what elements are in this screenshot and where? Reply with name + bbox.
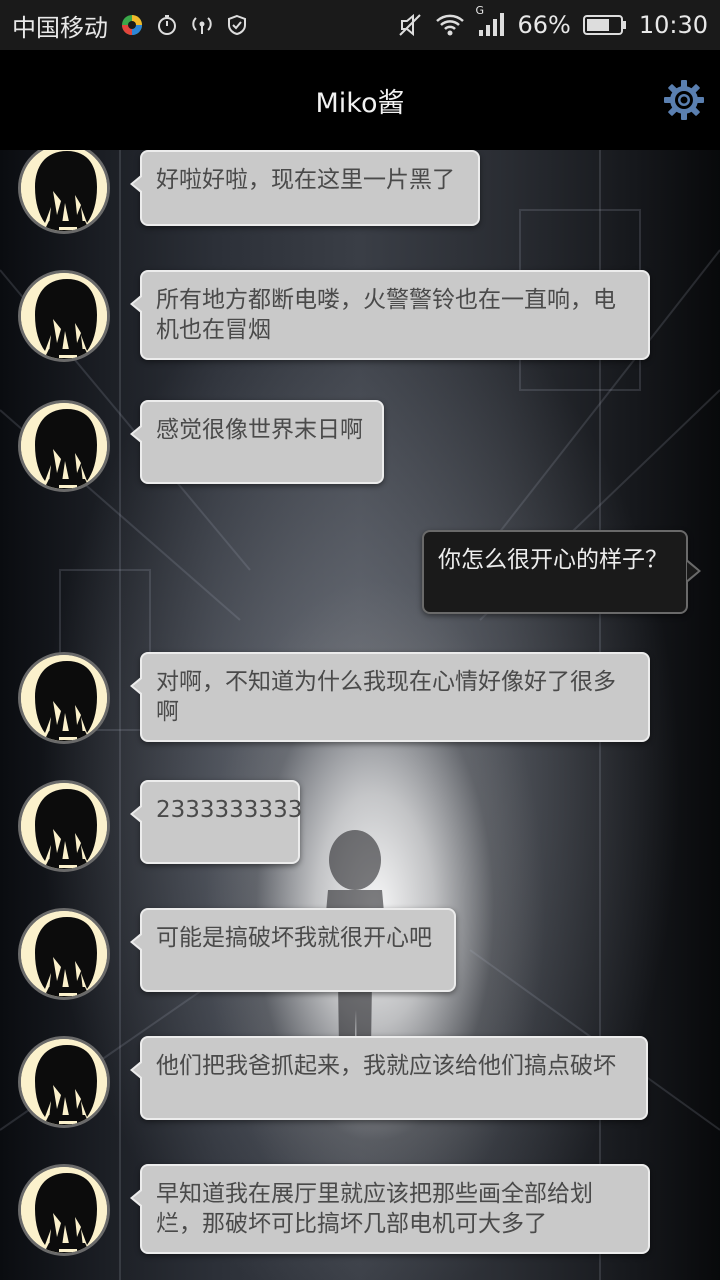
message-bubble[interactable]: 2333333333 xyxy=(130,780,303,864)
message-text: 他们把我爸抓起来，我就应该给他们搞点破坏 xyxy=(156,1053,616,1079)
avatar[interactable] xyxy=(18,1164,110,1256)
battery-percent: 66% xyxy=(517,11,571,39)
message-bubble[interactable]: 好啦好啦，现在这里一片黑了 xyxy=(130,150,480,226)
avatar[interactable] xyxy=(18,1036,110,1128)
settings-button[interactable] xyxy=(662,78,706,122)
signal-icon: G xyxy=(475,4,505,38)
message-text: 好啦好啦，现在这里一片黑了 xyxy=(156,167,455,193)
wifi-hotspot-icon xyxy=(190,14,214,36)
message-bubble[interactable]: 感觉很像世界末日啊 xyxy=(130,400,384,484)
chat-title: Miko酱 xyxy=(315,87,405,119)
chat-area[interactable]: 好啦好啦，现在这里一片黑了 所有地方都断电喽，火警警铃也在一直响，电 机也在冒烟… xyxy=(0,150,720,1280)
avatar[interactable] xyxy=(18,780,110,872)
message-text: 所有地方都断电喽，火警警铃也在一直响，电 机也在冒烟 xyxy=(156,287,616,343)
message-text: 感觉很像世界末日啊 xyxy=(156,417,363,443)
message-bubble[interactable]: 他们把我爸抓起来，我就应该给他们搞点破坏 xyxy=(130,1036,648,1120)
message-text: 可能是搞破坏我就很开心吧 xyxy=(156,925,432,951)
avatar[interactable] xyxy=(18,270,110,362)
stopwatch-icon xyxy=(156,14,178,36)
battery-icon xyxy=(582,14,627,36)
title-bar: Miko酱 xyxy=(0,50,720,150)
mute-icon xyxy=(397,12,423,38)
avatar[interactable] xyxy=(18,908,110,1000)
message-text: 你怎么很开心的样子？ xyxy=(438,547,668,573)
message-bubble[interactable]: 所有地方都断电喽，火警警铃也在一直响，电 机也在冒烟 xyxy=(130,270,650,360)
message-bubble[interactable]: 你怎么很开心的样子？ xyxy=(422,530,701,614)
message-bubble[interactable]: 早知道我在展厅里就应该把那些画全部给划 烂，那破坏可比搞坏几部电机可大多了 xyxy=(130,1164,650,1254)
wifi-icon xyxy=(435,13,465,37)
message-bubble[interactable]: 对啊，不知道为什么我现在心情好像好了很多 啊 xyxy=(130,652,650,742)
shield-icon xyxy=(226,14,248,36)
carrier-label: 中国移动 xyxy=(12,13,108,42)
message-text: 早知道我在展厅里就应该把那些画全部给划 烂，那破坏可比搞坏几部电机可大多了 xyxy=(156,1181,593,1237)
avatar[interactable] xyxy=(18,400,110,492)
gear-icon xyxy=(662,78,706,122)
status-bar: 中国移动 G 66% 10:30 xyxy=(0,0,720,50)
clock: 10:30 xyxy=(638,11,708,39)
network-type-label: G xyxy=(475,4,485,17)
message-text: 2333333333 xyxy=(156,797,303,823)
avatar[interactable] xyxy=(18,652,110,744)
message-bubble[interactable]: 可能是搞破坏我就很开心吧 xyxy=(130,908,456,992)
app-colorful-icon xyxy=(120,13,144,37)
message-text: 对啊，不知道为什么我现在心情好像好了很多 啊 xyxy=(156,669,616,725)
